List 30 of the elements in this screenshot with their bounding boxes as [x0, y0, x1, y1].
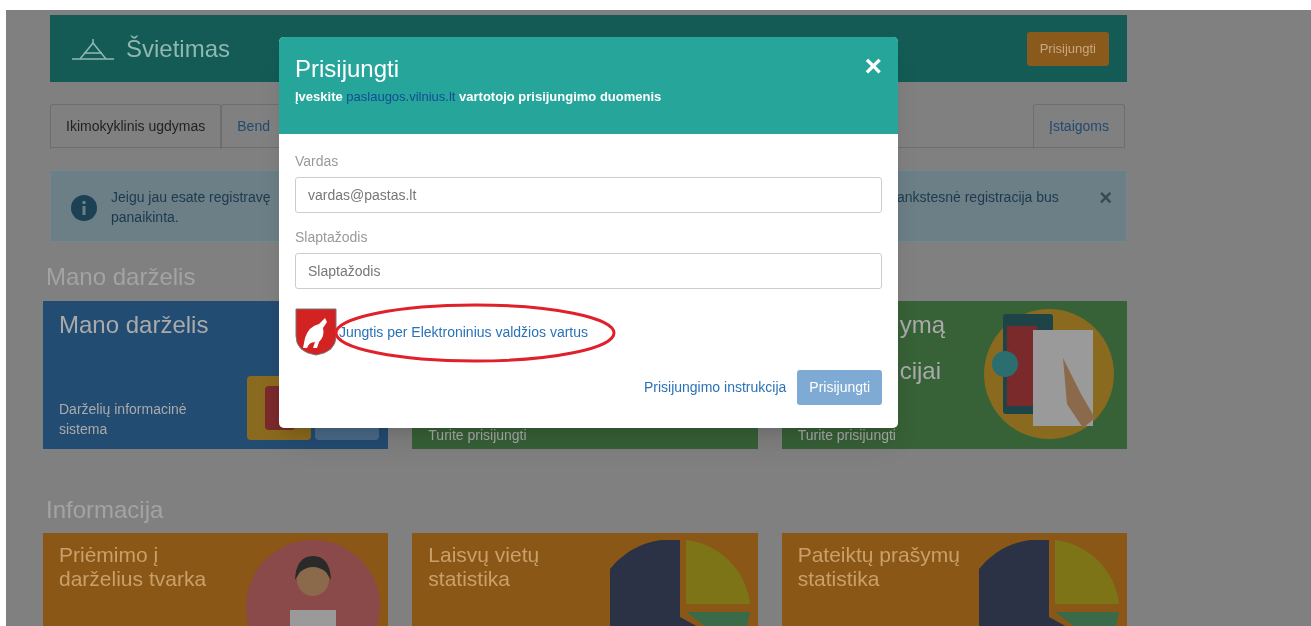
card-title: Laisvų vietų statistika — [428, 543, 541, 591]
close-button[interactable]: × — [864, 51, 882, 81]
brand-name: Švietimas — [126, 33, 231, 64]
card-note: Turite prisijungti — [428, 427, 528, 443]
field-label: Vardas — [295, 152, 340, 171]
info-icon — [71, 195, 97, 221]
card-subtitle: Darželių informacinė sistema — [59, 400, 188, 439]
alert-text: ankstesnė registracija bus — [897, 188, 1059, 207]
alert-text: Jeigu jau esate registravę — [111, 188, 271, 207]
card-title: cijai — [899, 357, 941, 385]
input-field[interactable]: vardas@pastas.lt — [295, 177, 882, 213]
card-title: ymą — [899, 311, 945, 339]
alert-text: panaikinta. — [111, 208, 180, 227]
tab[interactable]: Įstaigoms — [1033, 104, 1125, 149]
card-title: Pateiktų prašymų statistika — [797, 543, 961, 591]
dialog-subtitle: Įveskite paslaugos.vilnius.lt vartotojo prisijungimo duomenis — [295, 88, 663, 106]
login-button[interactable]: Prisijungti — [1026, 31, 1109, 66]
card-title: Mano darželis — [59, 311, 209, 339]
field-label: Slaptažodis — [295, 228, 369, 247]
close-button[interactable]: × — [1099, 181, 1112, 214]
card-title: Priėmimo į darželius tvarka — [59, 543, 208, 591]
site-link[interactable]: paslaugos.vilnius.lt — [346, 89, 456, 104]
card-note: Turite prisijungti — [797, 427, 897, 443]
tab[interactable]: Ikimokyklinis ugdymas — [50, 104, 222, 149]
dialog-title: Prisijungti — [295, 55, 400, 83]
input-field[interactable]: Slaptažodis — [295, 253, 882, 289]
info-card[interactable]: Priėmimo į darželius tvarka — [43, 533, 389, 626]
coat-of-arms-icon — [295, 308, 337, 356]
info-card[interactable]: Pateiktų prašymų statistika — [781, 533, 1127, 626]
info-card[interactable]: Laisvų vietų statistika — [412, 533, 758, 626]
